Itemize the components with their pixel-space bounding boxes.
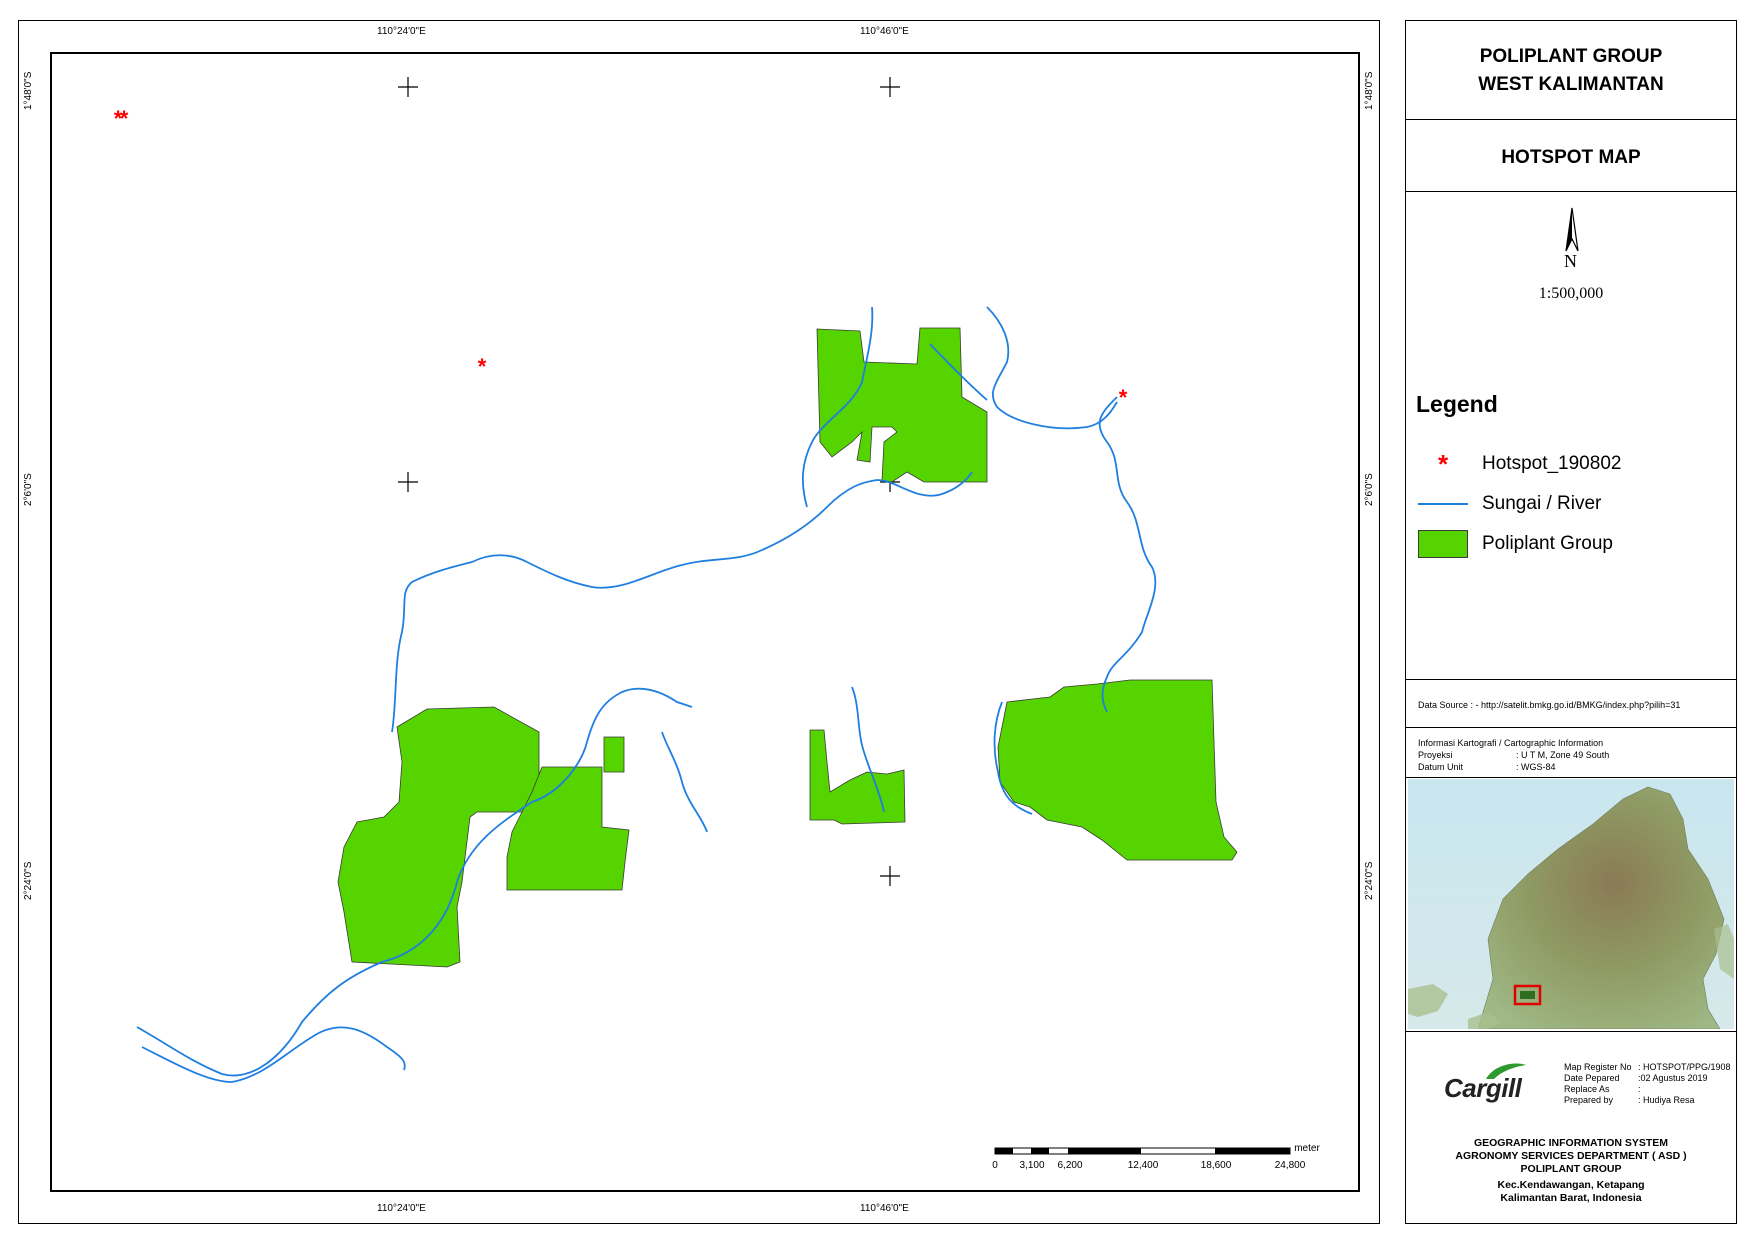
- coord-right-lat-1: 1°48'0"S: [1364, 71, 1375, 110]
- graticule-cross: [398, 472, 418, 492]
- concession-swatch-icon: [1418, 530, 1468, 558]
- scale-label: 24,800: [1275, 1160, 1306, 1171]
- coord-top-lon-2: 110°46'0"E: [860, 26, 909, 37]
- river-northeast: [986, 306, 1118, 430]
- panel-title-line2: WEST KALIMANTAN: [1478, 74, 1664, 95]
- concession-central: [809, 729, 906, 825]
- scale-label: 6,200: [1057, 1160, 1082, 1171]
- map-drawing: * * * * 0 3,100 6,200 12,400 18,600 24,8…: [114, 77, 1320, 1171]
- concession-southwest-main: [337, 706, 540, 968]
- gis-line: GEOGRAPHIC INFORMATION SYSTEM: [1473, 1137, 1669, 1149]
- river-main-north: [391, 471, 973, 733]
- gis-line: POLIPLANT GROUP: [1520, 1163, 1622, 1175]
- scale-ratio: 1:500,000: [1538, 285, 1604, 302]
- scale-label: 18,600: [1201, 1160, 1232, 1171]
- carto-value: : WGS-84: [1516, 762, 1556, 772]
- gis-line: Kec.Kendawangan, Ketapang: [1497, 1179, 1645, 1191]
- cargill-leaf-icon: [1486, 1063, 1526, 1079]
- river-lower-branch: [141, 1026, 406, 1083]
- carto-value: : U T M, Zone 49 South: [1516, 750, 1610, 760]
- scale-unit: meter: [1294, 1143, 1320, 1154]
- map-info-panel: POLIPLANT GROUP WEST KALIMANTAN HOTSPOT …: [1405, 20, 1737, 1224]
- legend-heading: Legend: [1416, 391, 1498, 417]
- map-canvas[interactable]: * * * * 0 3,100 6,200 12,400 18,600 24,8…: [50, 52, 1360, 1192]
- rivers: [136, 306, 1157, 1083]
- hotspot-marker: *: [1119, 385, 1128, 410]
- hotspot-marker: *: [478, 354, 487, 379]
- hotspot-marker: *: [120, 106, 129, 131]
- legend-label-hotspot: Hotspot_190802: [1482, 453, 1622, 474]
- scale-bar: [994, 1147, 1291, 1155]
- river-east: [1098, 396, 1157, 713]
- concession-southwest-strip: [603, 736, 625, 773]
- coord-left-lat-1: 1°48'0"S: [23, 71, 34, 110]
- scale-label: 12,400: [1128, 1160, 1159, 1171]
- register-value: : Hudiya Resa: [1638, 1095, 1695, 1105]
- scale-label: 3,100: [1019, 1160, 1044, 1171]
- coord-top-lon-1: 110°24'0"E: [377, 26, 426, 37]
- legend-label-river: Sungai / River: [1482, 493, 1602, 514]
- carto-label: Proyeksi: [1418, 750, 1453, 760]
- scale-labels: 0 3,100 6,200 12,400 18,600 24,800 meter: [992, 1143, 1320, 1171]
- north-label: N: [1564, 251, 1577, 271]
- legend-item-hotspot: * Hotspot_190802: [1418, 448, 1622, 480]
- graticule-cross: [398, 77, 418, 97]
- inset-location-map[interactable]: [1408, 779, 1734, 1029]
- hotspots: * * * *: [114, 106, 1128, 410]
- river-sw-east: [661, 731, 708, 833]
- legend-label-concession: Poliplant Group: [1482, 533, 1613, 554]
- concession-east: [997, 679, 1238, 861]
- legend-item-river: Sungai / River: [1418, 488, 1601, 520]
- register-label: Prepared by: [1564, 1095, 1614, 1105]
- gis-line: AGRONOMY SERVICES DEPARTMENT ( ASD ): [1455, 1150, 1687, 1162]
- coord-left-lat-3: 2°24'0"S: [23, 861, 34, 900]
- coord-bottom-lon-2: 110°46'0"E: [860, 1203, 909, 1214]
- gis-line: Kalimantan Barat, Indonesia: [1500, 1192, 1642, 1204]
- data-source: Data Source : - http://satelit.bmkg.go.i…: [1418, 700, 1681, 710]
- coord-right-lat-2: 2°6'0"S: [1364, 473, 1375, 506]
- graticule-cross: [880, 866, 900, 886]
- river-line-icon: [1418, 503, 1468, 505]
- legend-item-concession: Poliplant Group: [1418, 528, 1613, 560]
- register-value: :02 Agustus 2019: [1638, 1073, 1708, 1083]
- coord-left-lat-2: 2°6'0"S: [23, 473, 34, 506]
- graticule-cross: [880, 77, 900, 97]
- panel-title-line1: POLIPLANT GROUP: [1479, 46, 1663, 67]
- carto-label: Datum Unit: [1418, 762, 1464, 772]
- coord-bottom-lon-1: 110°24'0"E: [377, 1203, 426, 1214]
- coord-right-lat-3: 2°24'0"S: [1364, 861, 1375, 900]
- carto-heading: Informasi Kartografi / Cartographic Info…: [1418, 738, 1604, 748]
- concession-north: [816, 327, 988, 483]
- map-type-title: HOTSPOT MAP: [1501, 147, 1641, 168]
- hotspot-symbol-icon: *: [1437, 449, 1449, 479]
- poliplant-concessions: [337, 327, 1238, 968]
- scale-label: 0: [992, 1160, 998, 1171]
